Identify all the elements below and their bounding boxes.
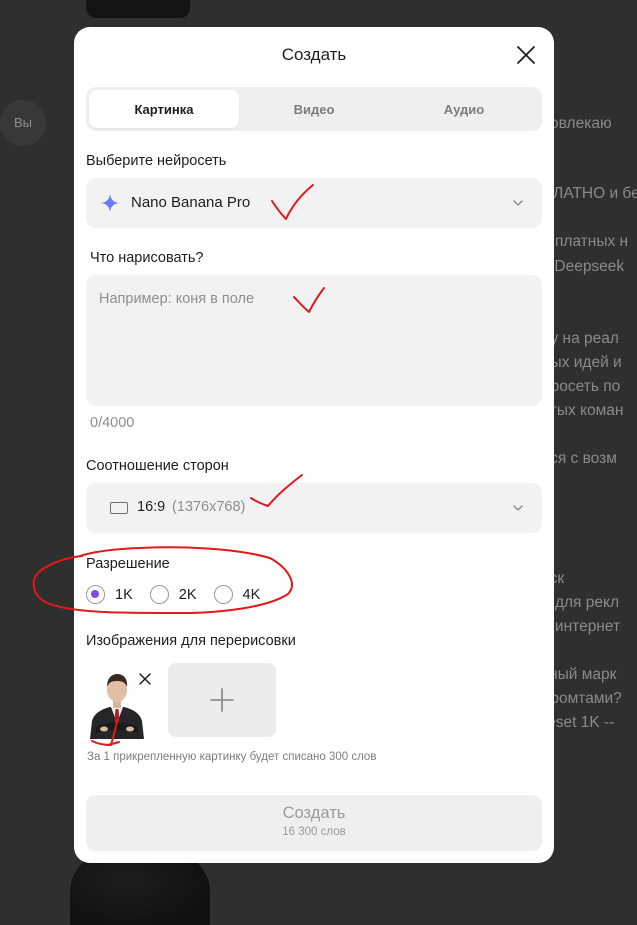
close-icon [517,46,535,64]
radio-dot [86,585,105,604]
create-button[interactable]: Создать 16 300 слов [86,795,542,851]
aspect-ratio-select[interactable]: 16:9 (1376x768) [86,483,542,533]
tab-audio[interactable]: Аудио [389,90,539,128]
resolution-options: 1K 2K 4K [86,585,277,604]
model-select[interactable]: Nano Banana Pro [86,178,542,228]
background-text: стых коман [542,402,624,419]
chevron-down-icon [513,200,523,206]
create-button-label: Создать [282,804,346,822]
sparkle-icon [101,194,119,212]
character-counter: 0/4000 [90,415,135,431]
close-button[interactable] [514,43,538,67]
radio-label: 4K [242,586,261,603]
model-label: Выберите нейросеть [86,153,227,169]
aspect-ratio-icon [110,502,128,514]
create-button-cost: 16 300 слов [282,826,346,838]
radio-dot [213,585,233,604]
radio-label: 2K [178,586,197,603]
modal-title: Создать [281,45,347,64]
background-photo [86,0,190,18]
aspect-ratio-pixels: (1376x768) [172,499,246,515]
radio-dot [149,585,169,604]
prompt-label: Что нарисовать? [90,250,204,266]
user-avatar: Вы [0,100,46,146]
chevron-down-icon [513,505,523,511]
tab-image[interactable]: Картинка [89,90,239,128]
resolution-1k-radio[interactable]: 1K [86,585,133,604]
plus-icon [210,688,234,712]
create-modal: Создать Картинка Видео Аудио Выберите не… [74,27,554,863]
radio-label: 1K [115,586,133,603]
close-icon [139,673,151,685]
media-type-tabs: Картинка Видео Аудио [86,87,542,131]
model-name: Nano Banana Pro [131,194,251,211]
remove-image-button[interactable] [138,672,152,686]
images-cost-hint: За 1 прикрепленную картинку будет списан… [87,751,377,763]
background-text: ПЛАТНО и бе [542,185,637,202]
resolution-label: Разрешение [86,556,170,572]
aspect-ratio-value: 16:9 [137,499,166,515]
tab-video[interactable]: Видео [239,90,389,128]
prompt-input[interactable] [86,275,542,406]
resolution-4k-radio[interactable]: 4K [213,585,261,604]
background-text: и платных н [542,233,629,250]
add-image-button[interactable] [168,663,276,737]
resolution-2k-radio[interactable]: 2K [149,585,197,604]
images-label: Изображения для перерисовки [86,633,296,649]
aspect-ratio-label: Соотношение сторон [86,458,229,474]
background-text: ь Deepseek [542,258,625,275]
